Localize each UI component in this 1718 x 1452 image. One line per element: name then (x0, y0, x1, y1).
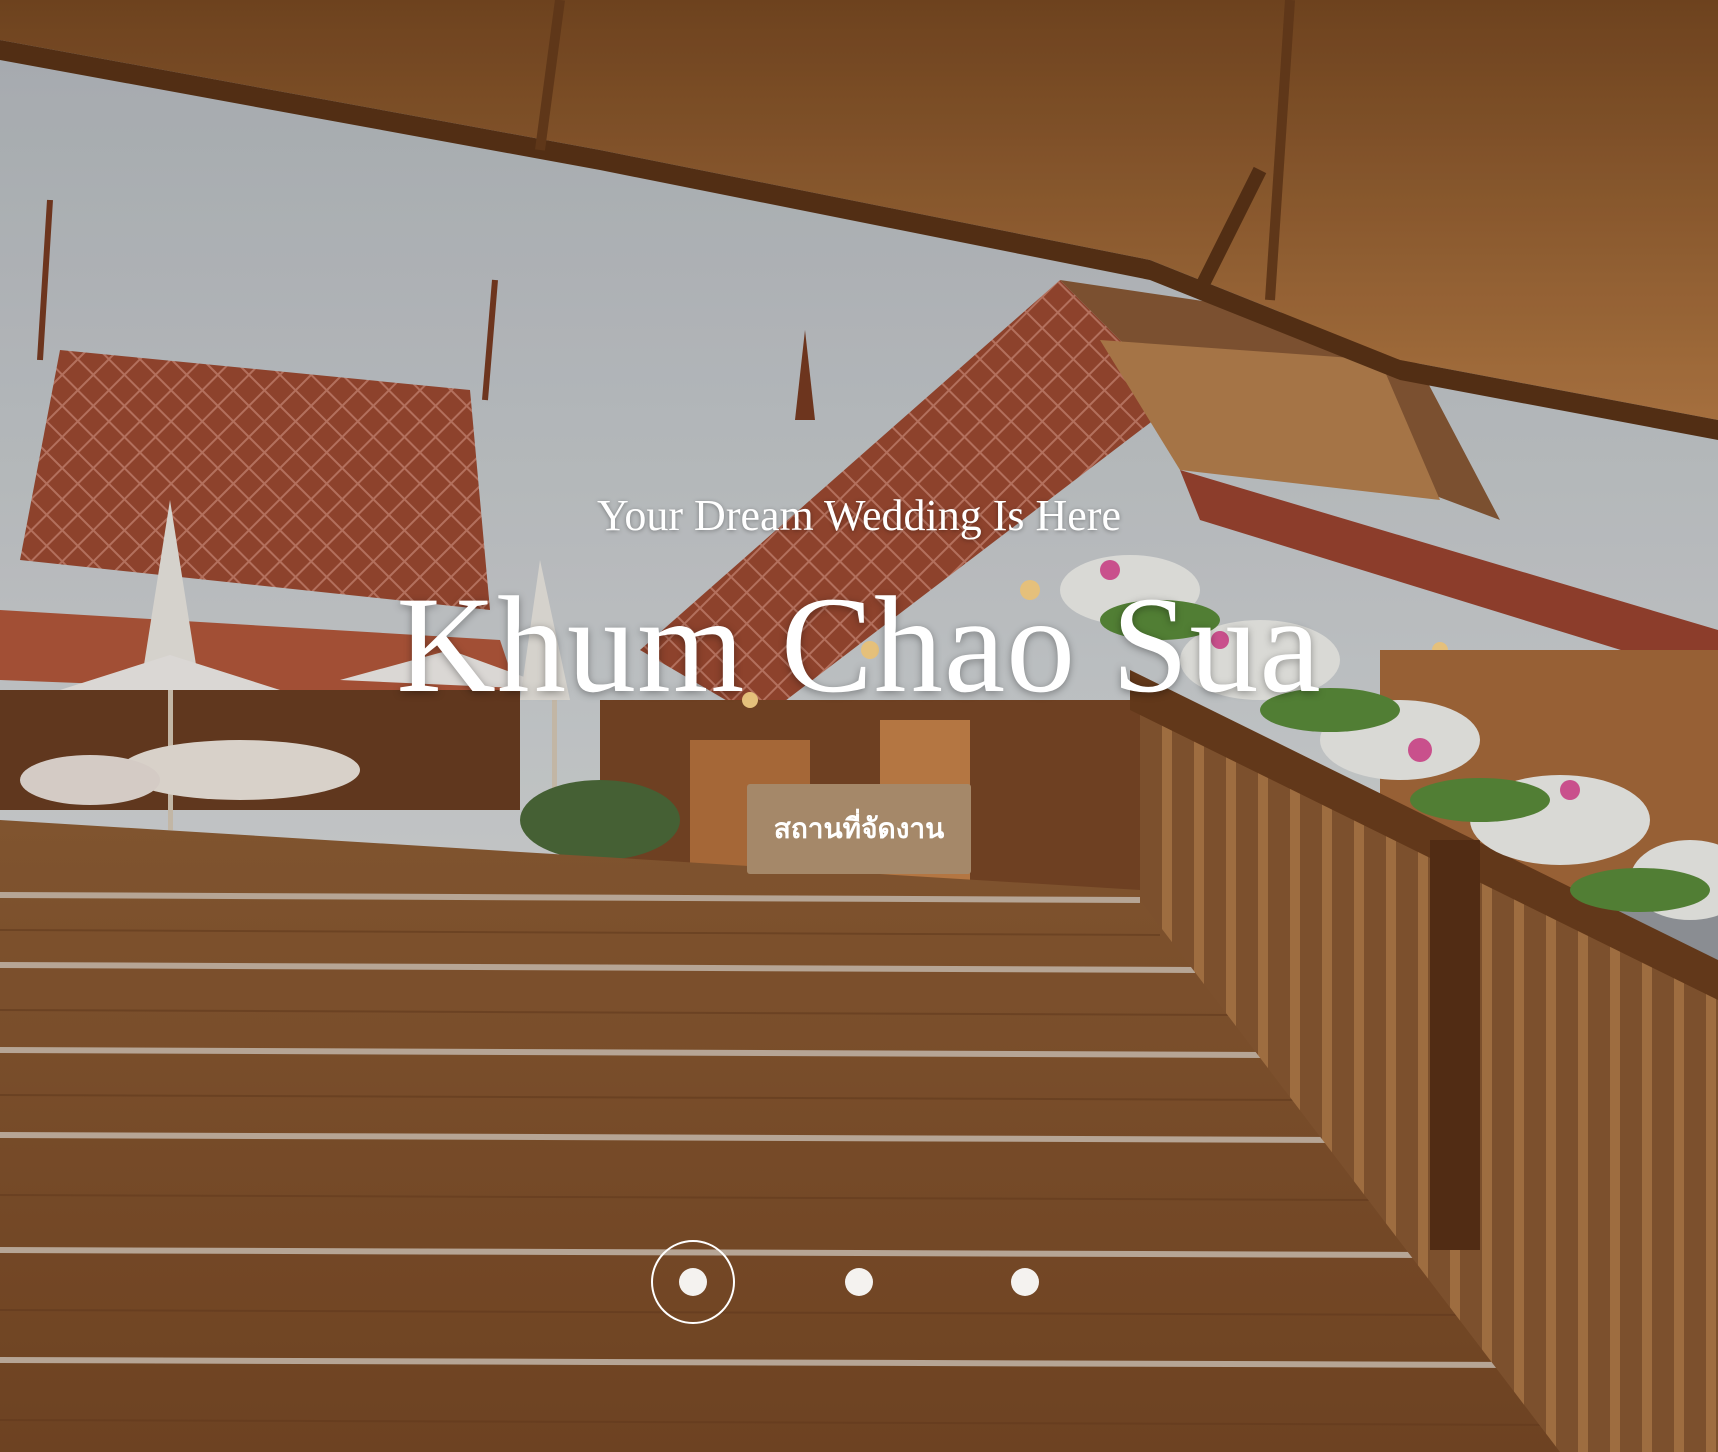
hero-content: Your Dream Wedding Is Here Khum Chao Sua… (0, 490, 1718, 874)
slide-pagination (0, 1240, 1718, 1324)
hero-slider: Your Dream Wedding Is Here Khum Chao Sua… (0, 0, 1718, 1452)
hero-tagline: Your Dream Wedding Is Here (597, 491, 1121, 540)
slide-dot-icon (1011, 1268, 1039, 1296)
slide-dot-icon (679, 1268, 707, 1296)
venue-button[interactable]: สถานที่จัดงาน (747, 784, 971, 874)
slide-dot-3[interactable] (983, 1240, 1067, 1324)
hero-title: Khum Chao Sua (396, 568, 1322, 721)
slide-dot-icon (845, 1268, 873, 1296)
slide-dot-1[interactable] (651, 1240, 735, 1324)
slide-dot-2[interactable] (817, 1240, 901, 1324)
